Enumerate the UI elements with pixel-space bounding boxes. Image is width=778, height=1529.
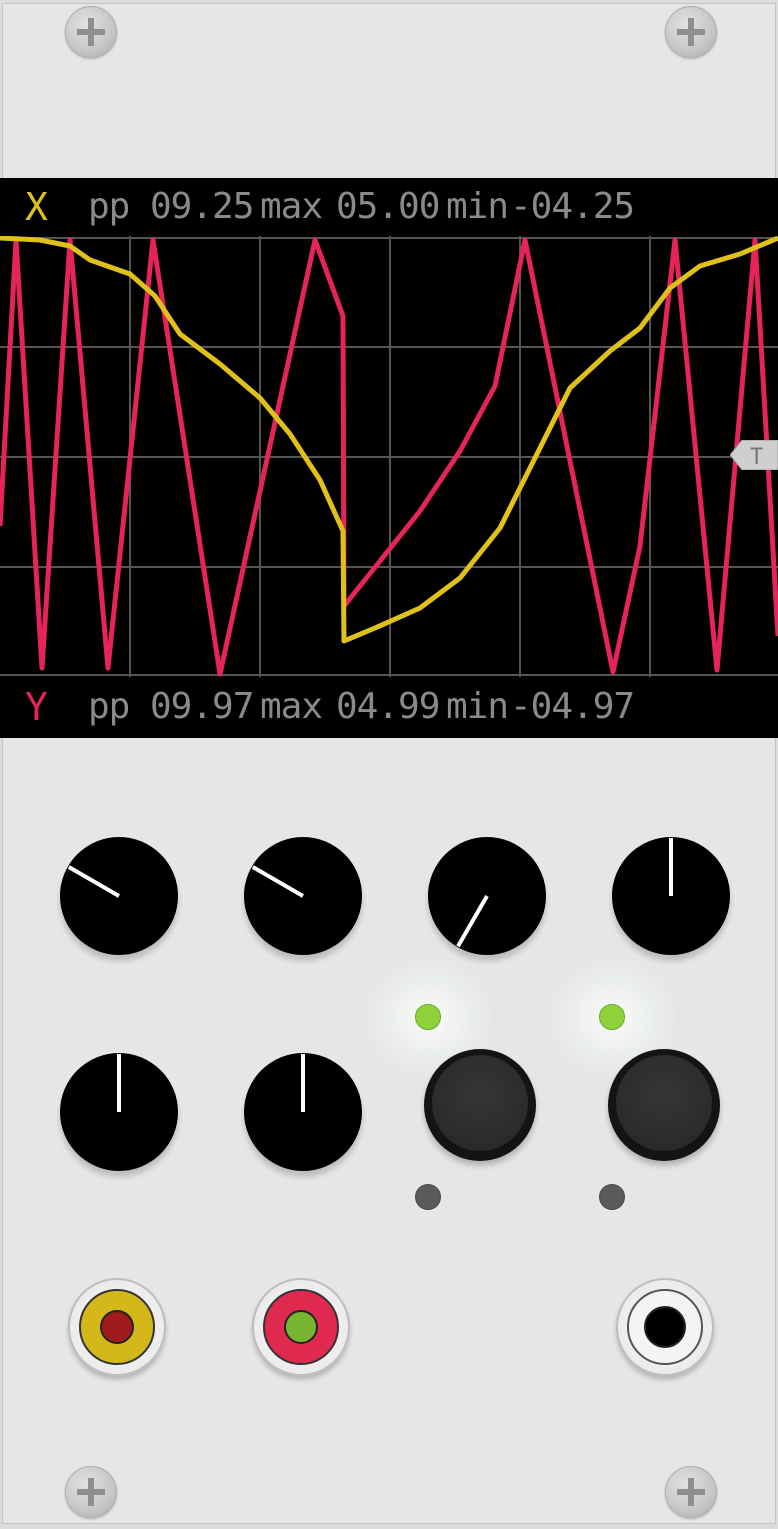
x-max-label: max xyxy=(260,186,323,227)
knob-y-offset[interactable] xyxy=(60,1053,178,1171)
knob-y-scale[interactable] xyxy=(428,837,546,955)
knob-x-offset[interactable] xyxy=(244,837,362,955)
scope-display: X pp 09.25 max 05.00 min -04.25 T Y pp 0… xyxy=(0,178,778,738)
y-max-label: max xyxy=(260,686,323,727)
y-readout: Y pp 09.97 max 04.99 min -04.97 xyxy=(0,678,778,736)
y-pp-label: pp xyxy=(88,686,130,727)
y-input-jack[interactable] xyxy=(252,1278,350,1376)
button-right[interactable] xyxy=(608,1049,720,1161)
trigger-marker-label: T xyxy=(750,445,763,470)
screw-bottom-right-icon xyxy=(665,1466,717,1518)
x-min-label: min xyxy=(446,186,509,227)
x-min-value: -04.25 xyxy=(510,186,635,227)
led-right-bottom-icon xyxy=(599,1184,625,1210)
y-channel-label: Y xyxy=(25,685,48,729)
knob-trigger[interactable] xyxy=(244,1053,362,1171)
scope-plot xyxy=(0,236,778,677)
trigger-marker-icon[interactable]: T xyxy=(730,440,778,470)
x-pp-value: 09.25 xyxy=(150,186,254,227)
x-input-jack[interactable] xyxy=(68,1278,166,1376)
x-max-value: 05.00 xyxy=(336,186,440,227)
knob-time[interactable] xyxy=(612,837,730,955)
y-pp-value: 09.97 xyxy=(150,686,254,727)
screw-top-left-icon xyxy=(65,6,117,58)
x-readout: X pp 09.25 max 05.00 min -04.25 xyxy=(0,178,778,236)
y-max-value: 04.99 xyxy=(336,686,440,727)
knob-x-scale[interactable] xyxy=(60,837,178,955)
x-pp-label: pp xyxy=(88,186,130,227)
screw-bottom-left-icon xyxy=(65,1466,117,1518)
screw-top-right-icon xyxy=(665,6,717,58)
x-channel-label: X xyxy=(25,185,48,229)
trigger-input-jack[interactable] xyxy=(616,1278,714,1376)
button-left[interactable] xyxy=(424,1049,536,1161)
led-right-top-icon xyxy=(599,1004,625,1030)
led-left-bottom-icon xyxy=(415,1184,441,1210)
y-min-label: min xyxy=(446,686,509,727)
led-left-top-icon xyxy=(415,1004,441,1030)
y-min-value: -04.97 xyxy=(510,686,635,727)
